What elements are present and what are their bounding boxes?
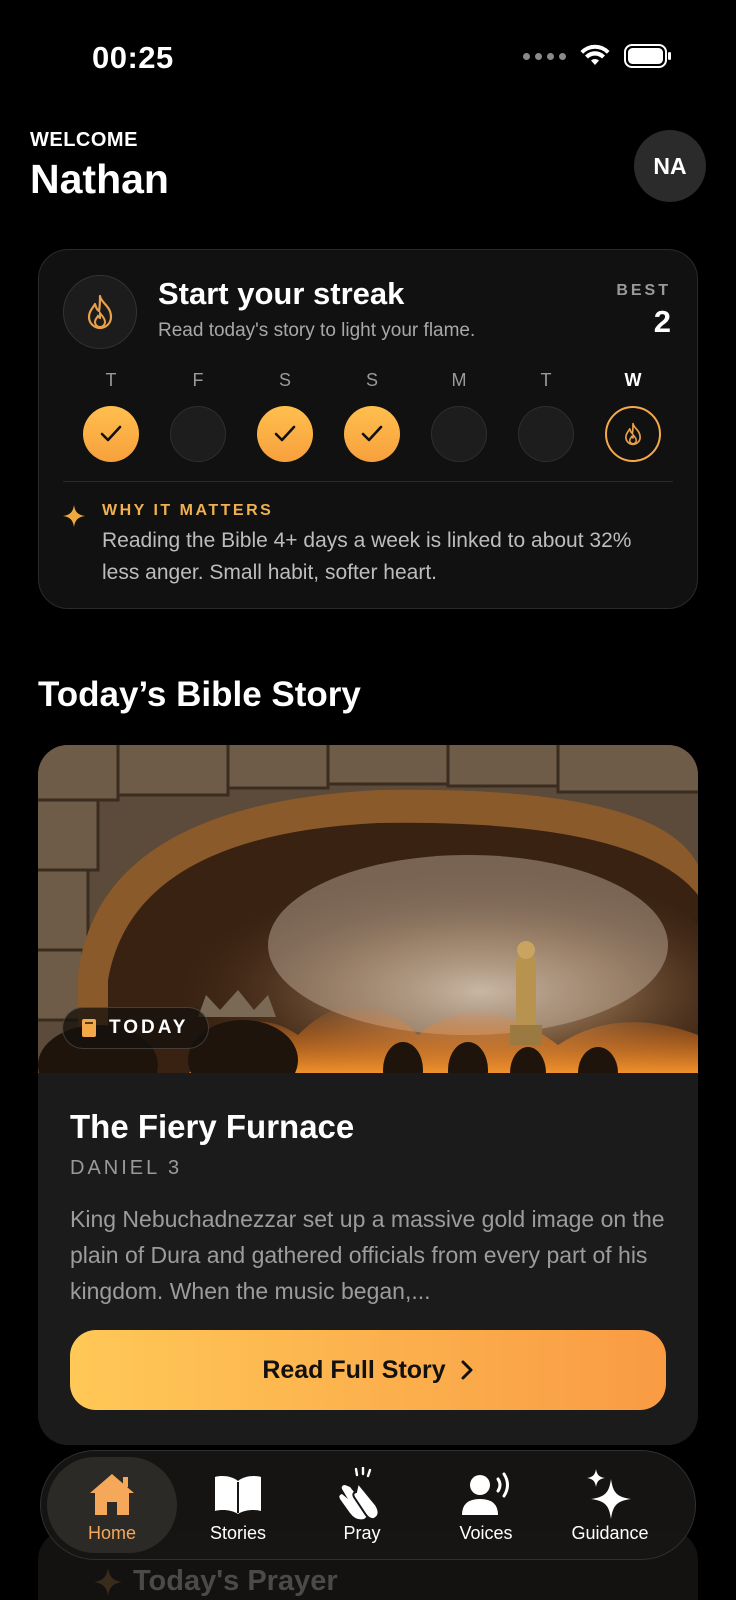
week-days-row: T F S S M T W xyxy=(79,370,661,470)
speaking-person-icon xyxy=(462,1472,509,1515)
flame-icon xyxy=(625,422,641,446)
tab-pray[interactable]: Pray xyxy=(297,1457,427,1553)
streak-subtitle: Read today's story to light your flame. xyxy=(158,320,476,341)
today-chip: TODAY xyxy=(62,1007,210,1049)
best-value: 2 xyxy=(653,304,671,339)
flame-badge xyxy=(63,275,137,349)
streak-card: Start your streak Read today's story to … xyxy=(38,249,698,609)
next-card-title: Today's Prayer xyxy=(133,1565,338,1597)
sparkles-icon xyxy=(587,1469,631,1519)
book-icon xyxy=(82,1019,96,1037)
book-icon xyxy=(215,1476,261,1514)
day-letter: S xyxy=(278,370,291,390)
day-letter: M xyxy=(451,370,467,390)
tab-home[interactable]: Home xyxy=(47,1457,177,1553)
status-bar: 00:25 xyxy=(0,0,736,110)
status-time: 00:25 xyxy=(92,40,174,75)
welcome-label: WELCOME xyxy=(30,129,138,151)
why-it-matters-label: WHY IT MATTERS xyxy=(102,502,274,519)
day-friday: F xyxy=(168,370,228,462)
checkmark-icon xyxy=(100,425,122,442)
tab-label: Home xyxy=(87,1523,136,1543)
day-letter: T xyxy=(105,370,117,390)
day-letter: S xyxy=(365,370,378,390)
streak-title: Start your streak xyxy=(158,276,405,311)
tab-label: Stories xyxy=(209,1523,267,1543)
day-wednesday-today: W xyxy=(603,370,663,462)
day-monday: M xyxy=(429,370,489,462)
day-saturday: S xyxy=(255,370,315,462)
day-empty xyxy=(431,406,487,462)
tab-stories[interactable]: Stories xyxy=(173,1457,303,1553)
story-reference: DANIEL 3 xyxy=(70,1157,183,1179)
battery-icon xyxy=(624,44,671,68)
flame-icon xyxy=(87,294,113,330)
tab-bar: Home Stories Pray Voices Guidance xyxy=(40,1450,696,1560)
story-excerpt: King Nebuchadnezzar set up a massive gol… xyxy=(70,1206,665,1304)
tab-label: Pray xyxy=(343,1523,381,1543)
why-it-matters-text: Reading the Bible 4+ days a week is link… xyxy=(102,529,632,584)
divider xyxy=(63,481,673,482)
best-label: BEST xyxy=(616,282,671,299)
tab-label: Voices xyxy=(459,1523,513,1543)
user-name: Nathan xyxy=(30,156,169,202)
day-tuesday-2: T xyxy=(516,370,576,462)
day-done-check xyxy=(83,406,139,462)
cellular-signal-icon xyxy=(523,52,566,60)
sparkle-icon xyxy=(63,505,85,527)
day-done-check xyxy=(344,406,400,462)
checkmark-icon xyxy=(274,425,296,442)
checkmark-icon xyxy=(361,425,383,442)
status-icons xyxy=(523,44,672,68)
tab-label: Guidance xyxy=(571,1523,649,1543)
chevron-right-icon xyxy=(461,1360,473,1380)
read-button-label: Read Full Story xyxy=(262,1355,446,1384)
day-empty xyxy=(518,406,574,462)
home-icon xyxy=(90,1474,134,1515)
tab-voices[interactable]: Voices xyxy=(421,1457,551,1553)
day-empty xyxy=(170,406,226,462)
story-image: TODAY xyxy=(38,745,698,1073)
wifi-icon xyxy=(580,44,610,65)
day-letter: F xyxy=(192,370,204,390)
tab-guidance[interactable]: Guidance xyxy=(545,1457,675,1553)
section-title: Today’s Bible Story xyxy=(38,675,361,714)
story-title: The Fiery Furnace xyxy=(70,1108,355,1145)
day-letter: T xyxy=(540,370,552,390)
story-card[interactable]: TODAY The Fiery Furnace DANIEL 3 King Ne… xyxy=(38,745,698,1445)
avatar[interactable]: NA xyxy=(634,130,706,202)
day-tuesday: T xyxy=(81,370,141,462)
day-sunday: S xyxy=(342,370,402,462)
today-chip-label: TODAY xyxy=(109,1017,189,1038)
day-letter: W xyxy=(624,370,642,390)
praying-hands-icon xyxy=(339,1467,380,1521)
read-full-story-button[interactable]: Read Full Story xyxy=(70,1330,666,1410)
day-done-check xyxy=(257,406,313,462)
sparkle-icon xyxy=(94,1568,122,1596)
day-today xyxy=(605,406,661,462)
